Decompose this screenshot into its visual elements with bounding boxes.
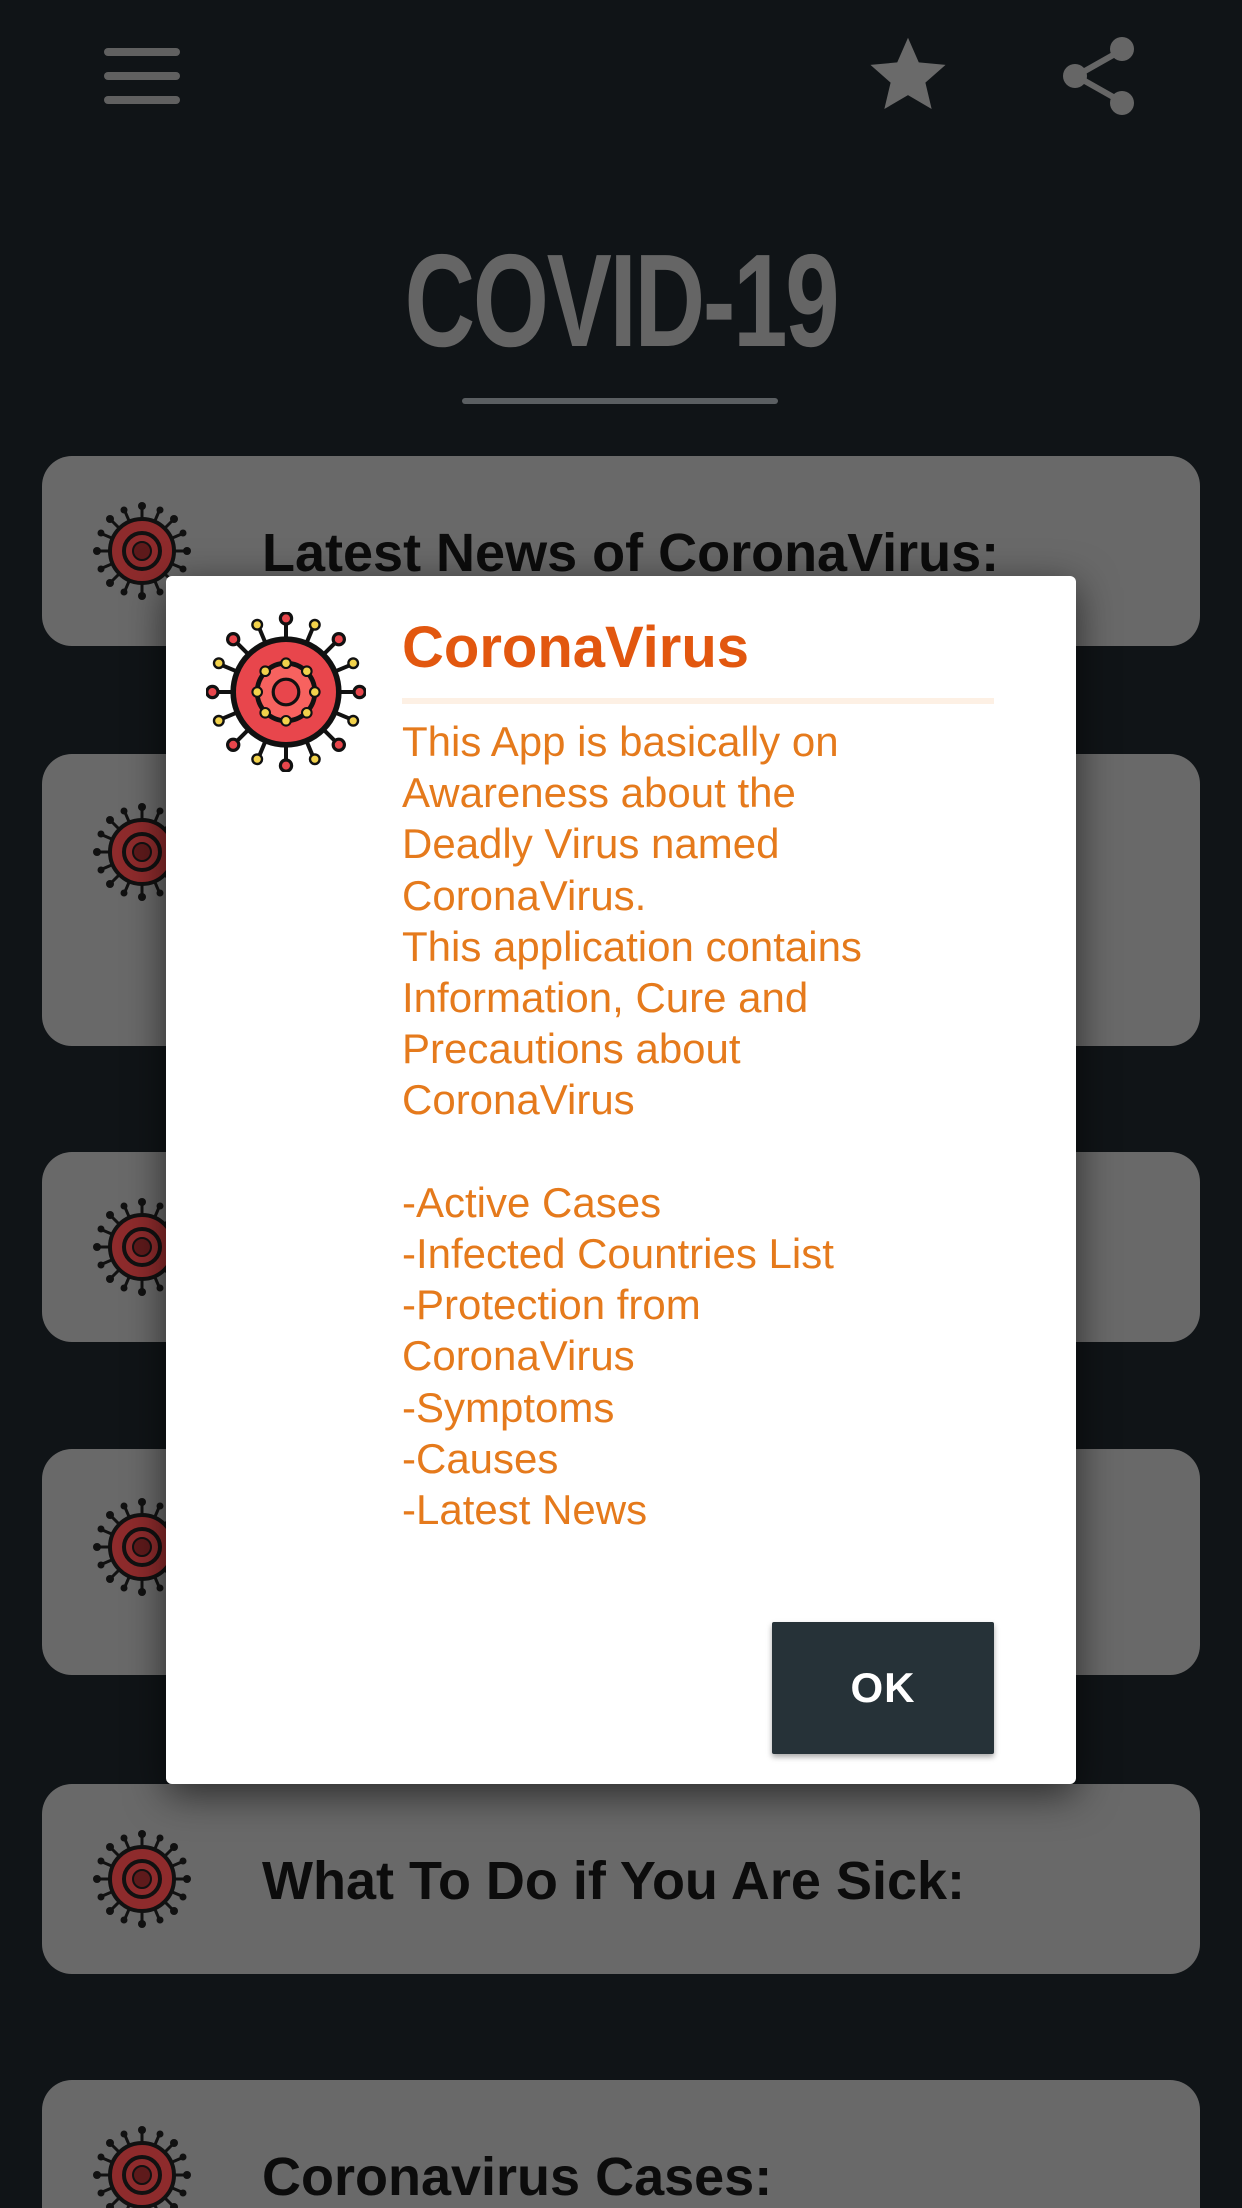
dialog-line: Precautions about — [402, 1025, 741, 1073]
list-item-label: Latest News of CoronaVirus: — [262, 523, 1000, 583]
favorite-button[interactable] — [862, 34, 954, 118]
dialog-line: CoronaVirus — [402, 1076, 635, 1124]
dialog-line: -Causes — [402, 1434, 559, 1482]
menu-button[interactable] — [100, 40, 184, 112]
share-icon — [1063, 37, 1134, 115]
page-title: COVID-19 — [404, 227, 840, 374]
dialog-line: Awareness about the — [402, 769, 796, 817]
virus-icon — [92, 2125, 192, 2208]
about-dialog: CoronaVirus This App is basically on Awa… — [166, 576, 1076, 1784]
dialog-line: CoronaVirus. — [402, 871, 647, 919]
dialog-title: CoronaVirus — [402, 615, 750, 680]
ok-button[interactable]: OK — [772, 1622, 994, 1754]
star-icon — [870, 37, 946, 110]
dialog-line: -Latest News — [402, 1486, 648, 1534]
dialog-line: -Symptoms — [402, 1383, 615, 1431]
dialog-blank-line — [402, 1126, 1032, 1177]
dialog-line: CoronaVirus — [402, 1332, 635, 1380]
list-item[interactable]: Coronavirus Cases: — [42, 2080, 1200, 2208]
menu-icon — [104, 48, 180, 104]
dialog-title-divider — [402, 698, 994, 704]
list-item-label: Coronavirus Cases: — [262, 2147, 773, 2207]
list-item-label: What To Do if You Are Sick: — [262, 1851, 966, 1911]
dialog-line: This App is basically on — [402, 718, 839, 765]
app-screen: COVID-19 Latest News of CoronaVirus: Wha… — [0, 0, 1242, 2208]
title-divider — [462, 398, 778, 404]
virus-icon — [206, 612, 366, 772]
top-bar — [0, 0, 1242, 150]
dialog-line: This application contains — [402, 922, 862, 970]
dialog-message: This App is basically on Awareness about… — [402, 716, 1032, 1535]
list-item[interactable]: What To Do if You Are Sick: — [42, 1784, 1200, 1974]
dialog-line: -Active Cases — [402, 1178, 662, 1226]
dialog-line: -Protection from — [402, 1281, 701, 1329]
dialog-line: Deadly Virus named — [402, 820, 780, 868]
virus-icon — [92, 1829, 192, 1929]
dialog-line: -Infected Countries List — [402, 1230, 834, 1278]
dialog-line: Information, Cure and — [402, 974, 809, 1022]
share-button[interactable] — [1056, 32, 1142, 120]
